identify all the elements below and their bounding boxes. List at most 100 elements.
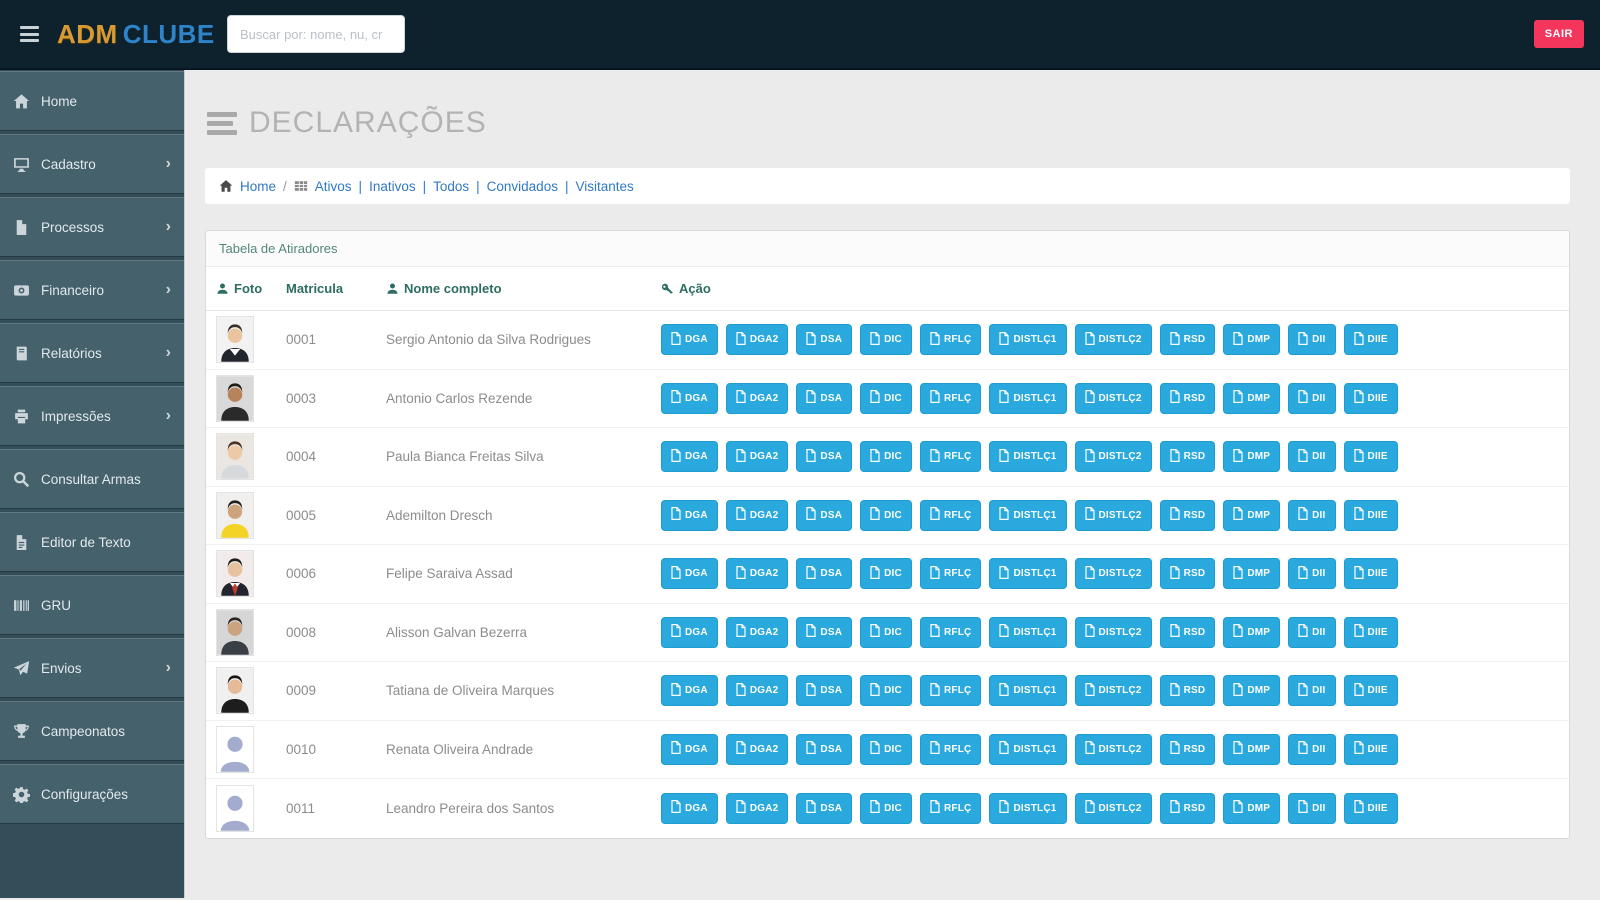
action-button-diie[interactable]: DIIE <box>1343 441 1398 473</box>
sidebar-item-home[interactable]: Home <box>0 71 184 131</box>
action-button-dic[interactable]: DIC <box>860 324 912 356</box>
action-button-rsd[interactable]: RSD <box>1159 441 1216 473</box>
action-button-distlc2[interactable]: DISTLÇ2 <box>1074 675 1152 707</box>
action-button-dsa[interactable]: DSA <box>796 616 853 648</box>
action-button-diie[interactable]: DIIE <box>1343 558 1398 590</box>
action-button-dga[interactable]: DGA <box>661 733 718 765</box>
action-button-distlc2[interactable]: DISTLÇ2 <box>1074 499 1152 531</box>
action-button-distlc1[interactable]: DISTLÇ1 <box>989 558 1067 590</box>
sidebar-item-relatorios[interactable]: Relatórios › <box>0 323 184 383</box>
search-input[interactable] <box>227 15 405 53</box>
action-button-dmp[interactable]: DMP <box>1223 733 1281 765</box>
action-button-distlc2[interactable]: DISTLÇ2 <box>1074 792 1152 824</box>
action-button-dii[interactable]: DII <box>1288 675 1336 707</box>
action-button-rsd[interactable]: RSD <box>1159 324 1216 356</box>
action-button-distlc1[interactable]: DISTLÇ1 <box>989 792 1067 824</box>
action-button-dii[interactable]: DII <box>1288 558 1336 590</box>
logout-button[interactable]: SAIR <box>1533 20 1584 48</box>
action-button-dga[interactable]: DGA <box>661 792 718 824</box>
action-button-dga2[interactable]: DGA2 <box>725 616 789 648</box>
action-button-dmp[interactable]: DMP <box>1223 558 1281 590</box>
action-button-dic[interactable]: DIC <box>860 675 912 707</box>
action-button-diie[interactable]: DIIE <box>1343 733 1398 765</box>
action-button-dii[interactable]: DII <box>1288 616 1336 648</box>
action-button-dga2[interactable]: DGA2 <box>725 324 789 356</box>
sidebar-item-impressoes[interactable]: Impressões › <box>0 386 184 446</box>
action-button-rflc[interactable]: RFLÇ <box>919 733 982 765</box>
sidebar-item-gru[interactable]: GRU <box>0 575 184 635</box>
action-button-diie[interactable]: DIIE <box>1343 792 1398 824</box>
action-button-rsd[interactable]: RSD <box>1159 499 1216 531</box>
action-button-distlc1[interactable]: DISTLÇ1 <box>989 733 1067 765</box>
action-button-dga2[interactable]: DGA2 <box>725 499 789 531</box>
sidebar-item-processos[interactable]: Processos › <box>0 197 184 257</box>
action-button-distlc1[interactable]: DISTLÇ1 <box>989 382 1067 414</box>
breadcrumb-filter-convidados[interactable]: Convidados <box>487 179 558 194</box>
action-button-dmp[interactable]: DMP <box>1223 616 1281 648</box>
action-button-rflc[interactable]: RFLÇ <box>919 499 982 531</box>
action-button-dmp[interactable]: DMP <box>1223 499 1281 531</box>
action-button-dga[interactable]: DGA <box>661 558 718 590</box>
action-button-dga2[interactable]: DGA2 <box>725 675 789 707</box>
action-button-dga[interactable]: DGA <box>661 675 718 707</box>
breadcrumb-filter-ativos[interactable]: Ativos <box>315 179 352 194</box>
action-button-dsa[interactable]: DSA <box>796 499 853 531</box>
action-button-dic[interactable]: DIC <box>860 792 912 824</box>
action-button-dmp[interactable]: DMP <box>1223 382 1281 414</box>
action-button-dii[interactable]: DII <box>1288 441 1336 473</box>
menu-toggle-icon[interactable] <box>16 22 43 46</box>
action-button-dic[interactable]: DIC <box>860 499 912 531</box>
action-button-distlc2[interactable]: DISTLÇ2 <box>1074 324 1152 356</box>
action-button-dic[interactable]: DIC <box>860 558 912 590</box>
sidebar-item-envios[interactable]: Envios › <box>0 638 184 698</box>
action-button-rflc[interactable]: RFLÇ <box>919 558 982 590</box>
action-button-dii[interactable]: DII <box>1288 792 1336 824</box>
action-button-dic[interactable]: DIC <box>860 733 912 765</box>
action-button-dga2[interactable]: DGA2 <box>725 558 789 590</box>
action-button-distlc2[interactable]: DISTLÇ2 <box>1074 733 1152 765</box>
action-button-distlc1[interactable]: DISTLÇ1 <box>989 441 1067 473</box>
sidebar-item-editor-de-texto[interactable]: Editor de Texto <box>0 512 184 572</box>
sidebar-item-campeonatos[interactable]: Campeonatos <box>0 701 184 761</box>
action-button-rflc[interactable]: RFLÇ <box>919 441 982 473</box>
action-button-dic[interactable]: DIC <box>860 616 912 648</box>
action-button-rsd[interactable]: RSD <box>1159 675 1216 707</box>
action-button-dga2[interactable]: DGA2 <box>725 792 789 824</box>
action-button-dmp[interactable]: DMP <box>1223 324 1281 356</box>
action-button-diie[interactable]: DIIE <box>1343 675 1398 707</box>
breadcrumb-filter-visitantes[interactable]: Visitantes <box>575 179 633 194</box>
action-button-dsa[interactable]: DSA <box>796 382 853 414</box>
action-button-dic[interactable]: DIC <box>860 441 912 473</box>
action-button-dga[interactable]: DGA <box>661 616 718 648</box>
action-button-dga[interactable]: DGA <box>661 499 718 531</box>
action-button-rflc[interactable]: RFLÇ <box>919 792 982 824</box>
action-button-rsd[interactable]: RSD <box>1159 792 1216 824</box>
action-button-dii[interactable]: DII <box>1288 324 1336 356</box>
action-button-distlc2[interactable]: DISTLÇ2 <box>1074 441 1152 473</box>
action-button-diie[interactable]: DIIE <box>1343 616 1398 648</box>
action-button-dga[interactable]: DGA <box>661 324 718 356</box>
action-button-rflc[interactable]: RFLÇ <box>919 616 982 648</box>
action-button-dsa[interactable]: DSA <box>796 792 853 824</box>
sidebar-item-financeiro[interactable]: Financeiro › <box>0 260 184 320</box>
action-button-dga2[interactable]: DGA2 <box>725 733 789 765</box>
action-button-distlc2[interactable]: DISTLÇ2 <box>1074 558 1152 590</box>
action-button-diie[interactable]: DIIE <box>1343 324 1398 356</box>
sidebar-item-cadastro[interactable]: Cadastro › <box>0 134 184 194</box>
action-button-dsa[interactable]: DSA <box>796 558 853 590</box>
action-button-diie[interactable]: DIIE <box>1343 499 1398 531</box>
action-button-distlc1[interactable]: DISTLÇ1 <box>989 324 1067 356</box>
action-button-dga2[interactable]: DGA2 <box>725 382 789 414</box>
action-button-rsd[interactable]: RSD <box>1159 733 1216 765</box>
action-button-dga[interactable]: DGA <box>661 382 718 414</box>
breadcrumb-home-link[interactable]: Home <box>240 179 276 194</box>
action-button-rflc[interactable]: RFLÇ <box>919 675 982 707</box>
breadcrumb-filter-todos[interactable]: Todos <box>433 179 469 194</box>
action-button-dii[interactable]: DII <box>1288 382 1336 414</box>
action-button-rflc[interactable]: RFLÇ <box>919 382 982 414</box>
action-button-dii[interactable]: DII <box>1288 499 1336 531</box>
action-button-distlc1[interactable]: DISTLÇ1 <box>989 616 1067 648</box>
action-button-rflc[interactable]: RFLÇ <box>919 324 982 356</box>
action-button-dsa[interactable]: DSA <box>796 441 853 473</box>
action-button-dsa[interactable]: DSA <box>796 324 853 356</box>
